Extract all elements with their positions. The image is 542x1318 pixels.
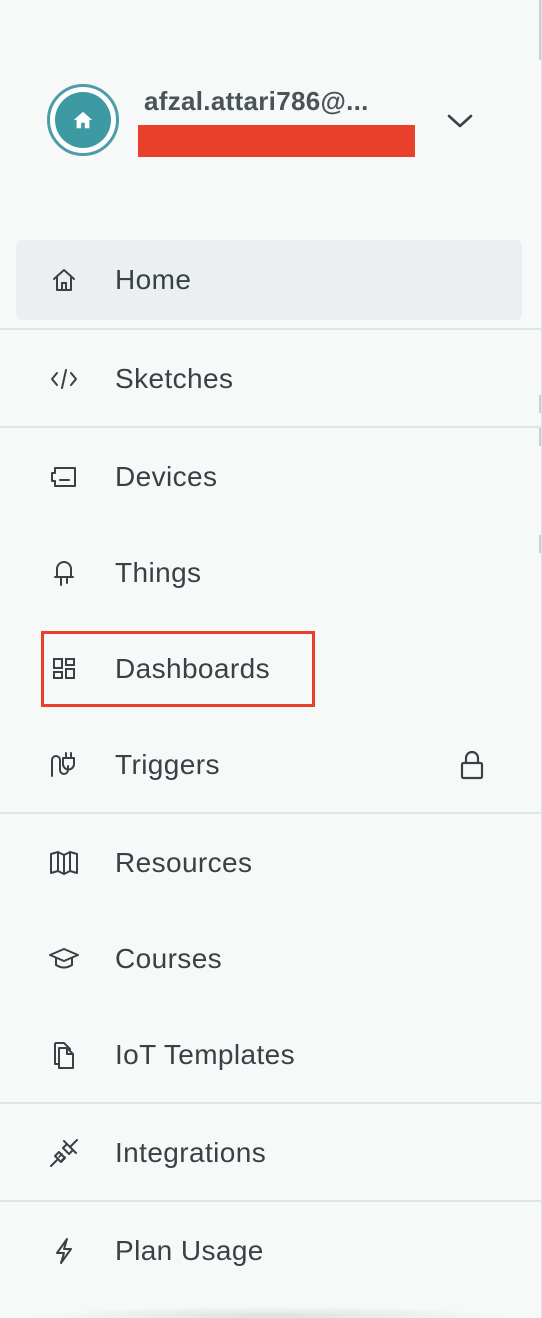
nav-item-label: Courses (115, 943, 223, 974)
divider (0, 328, 542, 330)
nav-item-plan-usage[interactable]: Plan Usage (0, 1211, 542, 1291)
avatar (47, 84, 119, 156)
highlight-box (41, 631, 315, 707)
divider (0, 1200, 542, 1202)
divider (0, 812, 542, 814)
lock-icon (456, 748, 488, 782)
code-icon (48, 363, 80, 395)
home-icon (48, 264, 80, 296)
nav-item-label: Home (115, 264, 192, 295)
account-email: afzal.attari786@... (144, 86, 369, 116)
nav-item-resources[interactable]: Resources (0, 823, 542, 903)
nav-item-devices[interactable]: Devices (0, 437, 542, 517)
active-background (16, 240, 522, 320)
trigger-icon (48, 749, 80, 781)
nav-item-integrations[interactable]: Integrations (0, 1113, 542, 1193)
nav-item-label: IoT Templates (115, 1039, 296, 1070)
nav-item-home[interactable]: Home (0, 240, 542, 320)
plug-icon (48, 1137, 80, 1169)
lightning-icon (48, 1235, 80, 1267)
redaction-bar (138, 125, 415, 157)
nav-item-label: Triggers (115, 749, 220, 780)
account-switcher[interactable]: afzal.attari786@... (0, 0, 542, 200)
nav-item-label: Resources (115, 847, 253, 878)
nav-item-label: Sketches (115, 363, 234, 394)
nav-item-things[interactable]: Things (0, 533, 542, 613)
nav-item-courses[interactable]: Courses (0, 919, 542, 999)
nav-item-iot-templates[interactable]: IoT Templates (0, 1015, 542, 1095)
divider (0, 1102, 542, 1104)
sidebar: afzal.attari786@... Home Sketches Device… (0, 0, 542, 1318)
divider (0, 426, 542, 428)
thing-icon (48, 557, 80, 589)
scroll-shadow (30, 1306, 510, 1318)
home-icon (55, 92, 111, 148)
device-icon (48, 461, 80, 493)
chevron-down-icon[interactable] (442, 106, 478, 136)
nav-item-label: Integrations (115, 1137, 267, 1168)
nav-item-sketches[interactable]: Sketches (0, 339, 542, 419)
documents-icon (48, 1039, 80, 1071)
book-icon (48, 847, 80, 879)
nav-item-label: Things (115, 557, 202, 588)
nav-item-label: Plan Usage (115, 1235, 264, 1266)
nav-item-label: Devices (115, 461, 218, 492)
graduation-cap-icon (48, 943, 80, 975)
